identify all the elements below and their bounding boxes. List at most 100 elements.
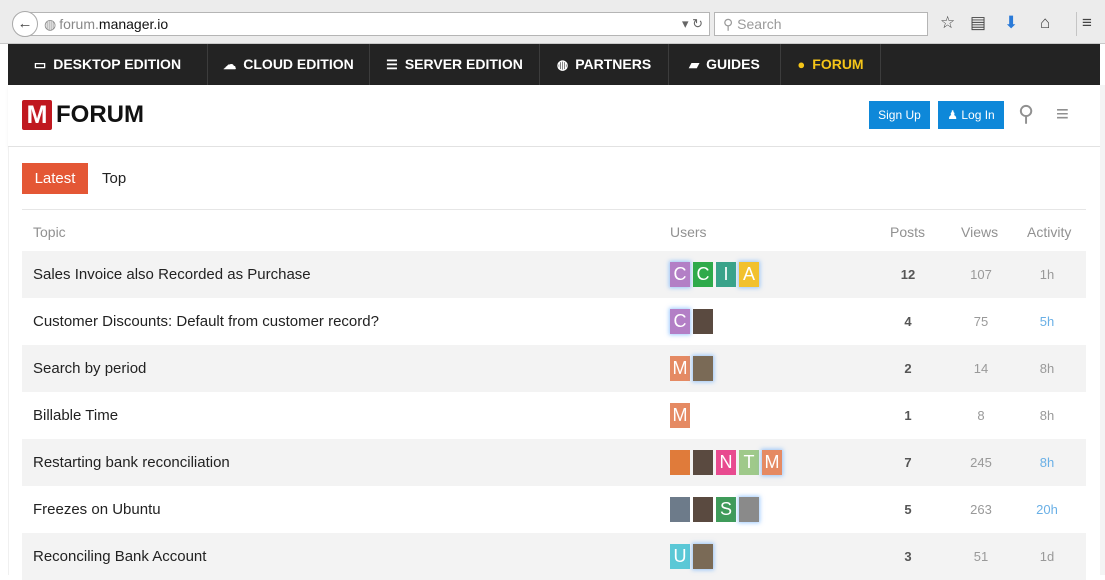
download-icon[interactable]: ⬇: [1004, 13, 1018, 33]
logo-text[interactable]: FORUM: [56, 101, 144, 129]
server-icon: ☰: [386, 57, 398, 72]
hamburger-menu-icon[interactable]: ≡: [1056, 101, 1069, 127]
topic-title-link[interactable]: Restarting bank reconciliation: [33, 439, 230, 486]
nav-label: FORUM: [812, 56, 864, 72]
column-header-posts[interactable]: Posts: [890, 223, 925, 241]
topic-posts-count[interactable]: 3: [878, 533, 938, 580]
topic-title-link[interactable]: Reconciling Bank Account: [33, 533, 206, 580]
url-bar[interactable]: ◍ forum.manager.io ▾ ↻: [30, 12, 710, 36]
topic-views-count: 14: [973, 361, 989, 376]
topic-posts-count[interactable]: 2: [878, 345, 938, 392]
user-avatar[interactable]: I: [716, 262, 736, 287]
nav-forum[interactable]: ● FORUM: [781, 44, 881, 85]
user-avatar[interactable]: C: [693, 262, 713, 287]
topic-posts-count[interactable]: 7: [878, 439, 938, 486]
user-avatar[interactable]: [670, 497, 690, 522]
topic-activity[interactable]: 5h: [1020, 298, 1074, 345]
user-avatar[interactable]: [739, 497, 759, 522]
user-avatar[interactable]: M: [670, 356, 690, 381]
topic-views-count: 107: [970, 267, 992, 282]
divider: [22, 209, 1086, 210]
topic-activity[interactable]: 1d: [1020, 533, 1074, 580]
topic-posts-count[interactable]: 12: [878, 251, 938, 298]
tab-latest[interactable]: Latest: [22, 163, 88, 194]
topic-activity[interactable]: 20h: [1020, 486, 1074, 533]
user-avatar[interactable]: T: [739, 450, 759, 475]
nav-label: PARTNERS: [575, 56, 652, 72]
topic-activity[interactable]: 1h: [1020, 251, 1074, 298]
user-avatar[interactable]: [693, 309, 713, 334]
book-icon: ▰: [689, 57, 700, 72]
topic-posts-count[interactable]: 1: [878, 392, 938, 439]
topic-list-area: Latest Top Topic Users Posts Views Activ…: [8, 147, 1100, 580]
user-avatar[interactable]: N: [716, 450, 736, 475]
column-header-activity[interactable]: Activity: [1027, 223, 1071, 241]
topic-title-link[interactable]: Billable Time: [33, 392, 118, 439]
topic-title-link[interactable]: Sales Invoice also Recorded as Purchase: [33, 251, 311, 298]
user-avatar[interactable]: U: [670, 544, 690, 569]
user-avatar[interactable]: [693, 356, 713, 381]
nav-desktop-edition[interactable]: ▭ DESKTOP EDITION: [8, 44, 208, 85]
user-avatar[interactable]: M: [762, 450, 782, 475]
topic-row[interactable]: Freezes on Ubuntu S 5 263 20h: [22, 486, 1086, 533]
home-icon[interactable]: ⌂: [1040, 13, 1050, 33]
topic-users: C: [670, 309, 716, 334]
user-avatar[interactable]: [693, 544, 713, 569]
column-header-users: Users: [670, 224, 707, 240]
menu-icon[interactable]: ≡: [1082, 13, 1092, 33]
page-scrollbar[interactable]: [1100, 85, 1105, 575]
column-header-topic[interactable]: Topic: [33, 223, 66, 241]
sign-up-button[interactable]: Sign Up: [869, 101, 930, 129]
url-prefix: forum.: [59, 16, 99, 32]
topic-views-count: 51: [973, 549, 989, 564]
topic-title-link[interactable]: Customer Discounts: Default from custome…: [33, 298, 379, 345]
globe-icon: ◍: [44, 16, 57, 32]
globe-icon: ◍: [556, 57, 569, 72]
user-avatar[interactable]: [670, 450, 690, 475]
browser-search-input[interactable]: ⚲ Search: [714, 12, 928, 36]
reading-list-icon[interactable]: ▤: [970, 13, 986, 33]
bookmark-star-icon[interactable]: ☆: [940, 13, 955, 33]
browser-toolbar: ◍ forum.manager.io ▾ ↻ ← ⚲ Search ☆ ▤ ⬇ ⌂…: [0, 0, 1105, 44]
topic-activity[interactable]: 8h: [1020, 345, 1074, 392]
topic-row[interactable]: Billable Time M 1 8 8h: [22, 392, 1086, 439]
comment-icon: ●: [797, 57, 806, 72]
user-avatar[interactable]: [693, 497, 713, 522]
search-icon: ⚲: [723, 16, 734, 32]
topic-row[interactable]: Restarting bank reconciliation N T M 7 245 8h: [22, 439, 1086, 486]
nav-guides[interactable]: ▰ GUIDES: [669, 44, 781, 85]
user-avatar[interactable]: C: [670, 309, 690, 334]
nav-cloud-edition[interactable]: ☁ CLOUD EDITION: [208, 44, 370, 85]
topic-views-count: 75: [973, 314, 989, 329]
nav-label: DESKTOP EDITION: [53, 56, 182, 72]
user-avatar[interactable]: S: [716, 497, 736, 522]
column-header-views[interactable]: Views: [961, 223, 998, 241]
topic-row[interactable]: Reconciling Bank Account U 3 51 1d: [22, 533, 1086, 580]
topic-row[interactable]: Search by period M 2 14 8h: [22, 345, 1086, 392]
topic-title-link[interactable]: Freezes on Ubuntu: [33, 486, 161, 533]
toolbar-separator: [1076, 12, 1077, 36]
logo-mark[interactable]: M: [22, 100, 52, 130]
nav-server-edition[interactable]: ☰ SERVER EDITION: [370, 44, 540, 85]
user-avatar[interactable]: C: [670, 262, 690, 287]
user-avatar[interactable]: M: [670, 403, 690, 428]
topic-row[interactable]: Sales Invoice also Recorded as Purchase C…: [22, 251, 1086, 298]
laptop-icon: ▭: [33, 57, 47, 72]
topic-users: NTM: [670, 450, 785, 475]
topic-title-link[interactable]: Search by period: [33, 345, 146, 392]
topic-views-count: 8: [977, 408, 985, 423]
topic-activity[interactable]: 8h: [1020, 439, 1074, 486]
nav-partners[interactable]: ◍ PARTNERS: [540, 44, 669, 85]
tab-top[interactable]: Top: [102, 163, 126, 194]
user-avatar[interactable]: A: [739, 262, 759, 287]
topic-posts-count[interactable]: 4: [878, 298, 938, 345]
user-avatar[interactable]: [693, 450, 713, 475]
topic-activity[interactable]: 8h: [1020, 392, 1074, 439]
user-icon: ♟: [947, 108, 962, 122]
log-in-button[interactable]: ♟ Log In: [938, 101, 1004, 129]
topic-row[interactable]: Customer Discounts: Default from custome…: [22, 298, 1086, 345]
topic-posts-count[interactable]: 5: [878, 486, 938, 533]
reload-icon[interactable]: ▾ ↻: [682, 13, 703, 35]
back-arrow-icon[interactable]: ←: [12, 11, 38, 37]
search-icon[interactable]: ⚲: [1018, 101, 1034, 127]
